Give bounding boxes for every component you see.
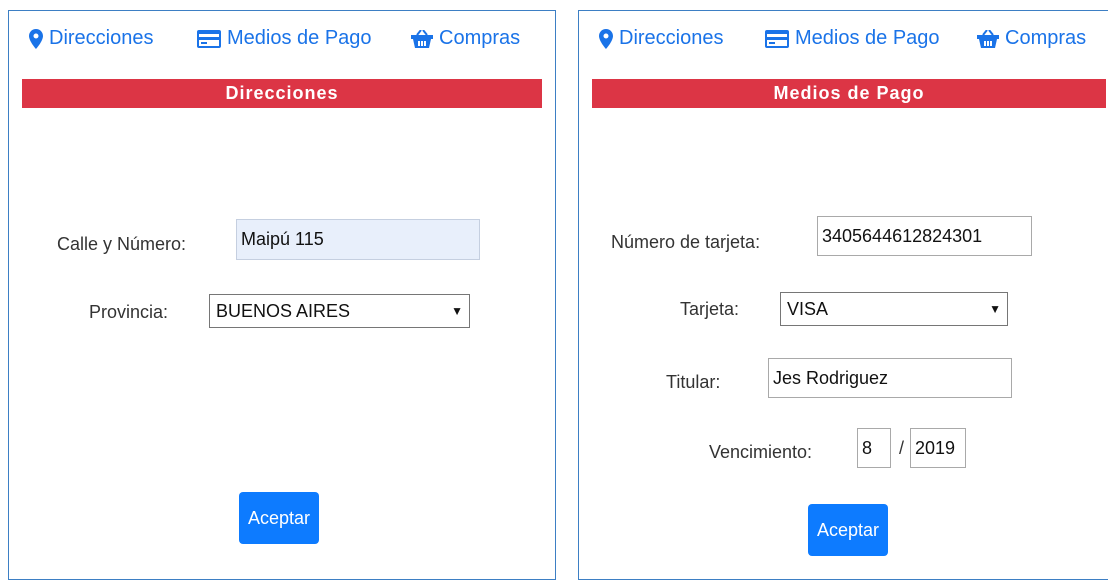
calle-label: Calle y Número:	[57, 234, 187, 254]
nav-medios-pago-link[interactable]: Medios de Pago	[197, 27, 372, 50]
chevron-down-icon: ▼	[451, 304, 463, 318]
nav-direcciones-label: Direcciones	[619, 27, 724, 49]
vencimiento-label: Vencimiento:	[709, 442, 813, 462]
basket-icon	[977, 29, 999, 48]
vencimiento-mes-input[interactable]: 8	[857, 428, 891, 468]
nav-direcciones-link[interactable]: Direcciones	[29, 27, 153, 50]
basket-icon	[411, 29, 433, 48]
nav-medios-pago-link[interactable]: Medios de Pago	[765, 27, 940, 50]
nav-compras-label: Compras	[439, 27, 521, 49]
nav-direcciones-link[interactable]: Direcciones	[599, 27, 723, 50]
numero-tarjeta-label: Número de tarjeta:	[611, 232, 761, 252]
top-nav: Direcciones Medios de Pago Compras	[9, 27, 555, 55]
map-marker-icon	[599, 28, 613, 49]
nav-medios-pago-label: Medios de Pago	[227, 27, 372, 49]
top-nav: Direcciones Medios de Pago Compras	[579, 27, 1108, 55]
aceptar-button[interactable]: Aceptar	[808, 504, 888, 556]
titular-input[interactable]: Jes Rodriguez	[768, 358, 1012, 398]
map-marker-icon	[29, 28, 43, 49]
direcciones-panel: Direcciones Medios de Pago Compras Direc…	[8, 10, 556, 580]
date-separator: /	[899, 438, 905, 458]
tarjeta-label: Tarjeta:	[680, 299, 740, 319]
provincia-selected: BUENOS AIRES	[216, 300, 351, 321]
numero-tarjeta-input[interactable]: 3405644612824301	[817, 216, 1032, 256]
nav-compras-label: Compras	[1005, 27, 1087, 49]
section-header: Direcciones	[22, 79, 542, 108]
section-header: Medios de Pago	[592, 79, 1106, 108]
nav-medios-pago-label: Medios de Pago	[795, 27, 940, 49]
chevron-down-icon: ▼	[989, 302, 1001, 316]
provincia-select[interactable]: BUENOS AIRES ▼	[209, 294, 470, 328]
provincia-label: Provincia:	[89, 302, 169, 322]
nav-compras-link[interactable]: Compras	[977, 27, 1086, 50]
nav-direcciones-label: Direcciones	[49, 27, 154, 49]
titular-label: Titular:	[666, 372, 721, 392]
nav-compras-link[interactable]: Compras	[411, 27, 520, 50]
tarjeta-select[interactable]: VISA ▼	[780, 292, 1008, 326]
credit-card-icon	[197, 29, 221, 48]
medios-pago-panel: Direcciones Medios de Pago Compras Medio…	[578, 10, 1108, 580]
aceptar-button[interactable]: Aceptar	[239, 492, 319, 544]
tarjeta-selected: VISA	[787, 298, 829, 319]
calle-input[interactable]: Maipú 115	[236, 219, 480, 260]
credit-card-icon	[765, 29, 789, 48]
vencimiento-anio-input[interactable]: 2019	[910, 428, 966, 468]
